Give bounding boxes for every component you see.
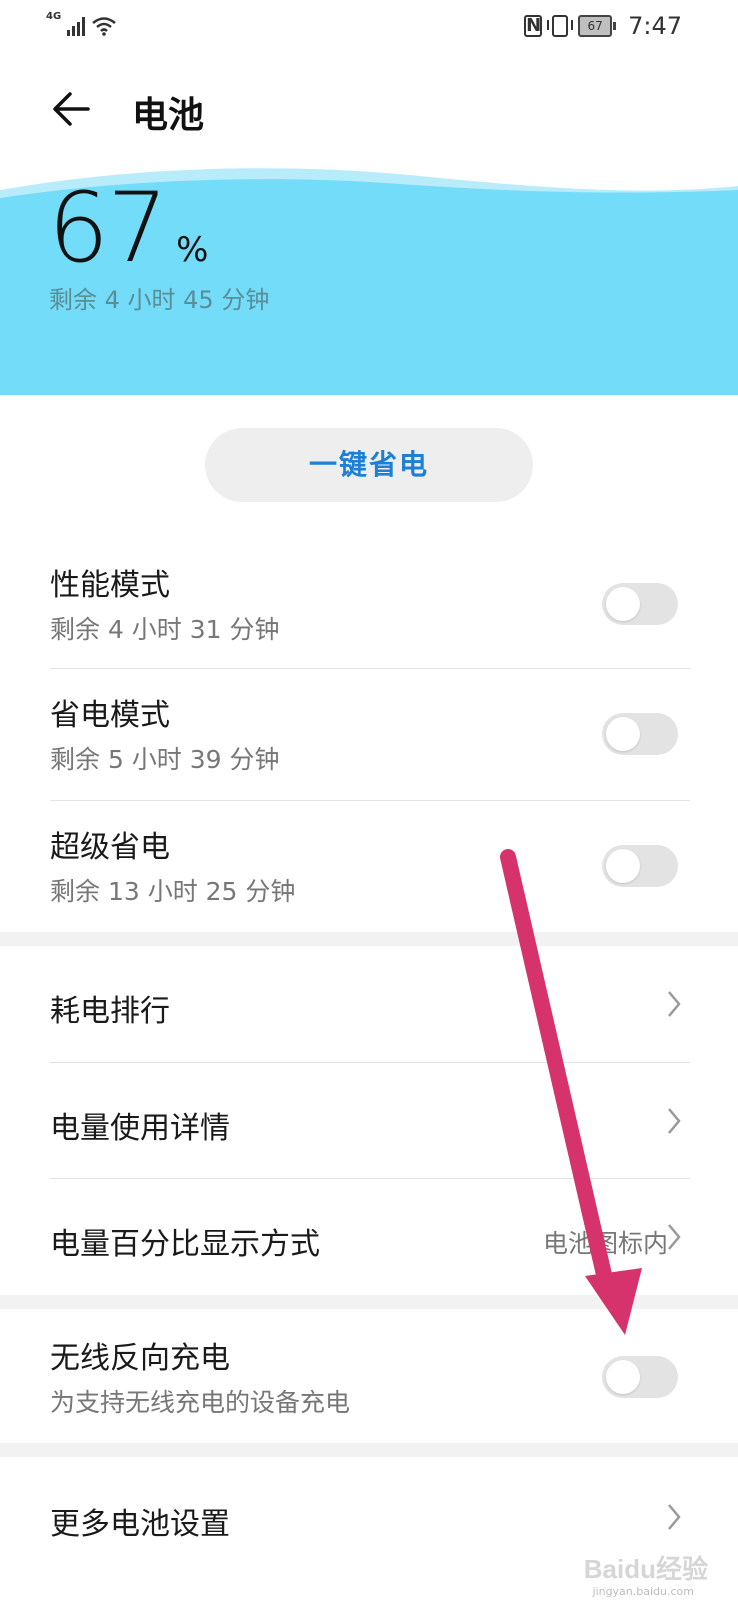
- wireless-reverse-charging-row[interactable]: 无线反向充电 为支持无线充电的设备充电: [0, 1309, 738, 1443]
- menu-item-usage-details[interactable]: 电量使用详情: [0, 1063, 738, 1178]
- section-separator: [0, 932, 738, 946]
- app-header: 电池: [0, 70, 738, 150]
- wifi-icon: [92, 17, 116, 36]
- baidu-watermark-url: jingyan.baidu.com: [592, 1585, 694, 1598]
- toggle-knob: [606, 717, 640, 751]
- percentage-display-value: 电池图标内: [542, 1229, 668, 1258]
- battery-remaining-time: 剩余 4 小时 45 分钟: [49, 286, 270, 314]
- status-bar: 4G N 67 7:47: [0, 0, 738, 50]
- chevron-right-icon: [668, 1224, 681, 1250]
- battery-percent-value: 67: [48, 172, 168, 284]
- mode-subtitle: 剩余 13 小时 25 分钟: [50, 877, 296, 906]
- vibrate-icon: [547, 15, 574, 37]
- mode-row-power-saving[interactable]: 省电模式 剩余 5 小时 39 分钟: [0, 670, 738, 800]
- wireless-reverse-subtitle: 为支持无线充电的设备充电: [50, 1388, 351, 1417]
- battery-status-icon: 67: [578, 15, 617, 37]
- mode-title: 省电模式: [50, 698, 170, 733]
- menu-item-label: 耗电排行: [50, 994, 170, 1029]
- back-arrow-icon: [53, 92, 90, 126]
- divider: [50, 668, 690, 669]
- nfc-icon: N: [524, 15, 543, 37]
- power-saving-mode-toggle[interactable]: [602, 713, 678, 755]
- battery-hero: 67 % 剩余 4 小时 45 分钟: [0, 150, 738, 395]
- toggle-knob: [606, 1360, 640, 1394]
- section-separator: [0, 1295, 738, 1309]
- mode-row-ultra-saving[interactable]: 超级省电 剩余 13 小时 25 分钟: [0, 802, 738, 932]
- performance-mode-toggle[interactable]: [602, 583, 678, 625]
- menu-item-label: 电量使用详情: [50, 1111, 230, 1146]
- mode-subtitle: 剩余 5 小时 39 分钟: [50, 745, 280, 774]
- back-button[interactable]: [48, 84, 98, 134]
- one-key-save-button[interactable]: 一键省电: [205, 428, 533, 502]
- mode-title: 超级省电: [50, 830, 170, 865]
- chevron-right-icon: [668, 1504, 681, 1530]
- mode-row-performance[interactable]: 性能模式 剩余 4 小时 31 分钟: [0, 540, 738, 670]
- status-right: N 67 7:47: [524, 12, 682, 40]
- menu-item-percentage-display[interactable]: 电量百分比显示方式 电池图标内: [0, 1179, 738, 1295]
- ultra-power-saving-toggle[interactable]: [602, 845, 678, 887]
- mode-subtitle: 剩余 4 小时 31 分钟: [50, 615, 280, 644]
- divider: [50, 800, 690, 801]
- network-type: 4G: [46, 11, 62, 22]
- menu-item-label: 电量百分比显示方式: [50, 1227, 320, 1262]
- wireless-reverse-title: 无线反向充电: [50, 1341, 230, 1376]
- signal-icon: [67, 16, 86, 36]
- clock: 7:47: [628, 12, 682, 40]
- chevron-right-icon: [668, 991, 681, 1017]
- page-title: 电池: [132, 95, 205, 136]
- menu-item-power-ranking[interactable]: 耗电排行: [0, 946, 738, 1062]
- battery-percent-unit: %: [176, 230, 209, 270]
- mode-title: 性能模式: [50, 568, 170, 603]
- chevron-right-icon: [668, 1108, 681, 1134]
- battery-percent: 67 %: [48, 180, 208, 276]
- status-left: 4G: [46, 12, 117, 36]
- toggle-knob: [606, 849, 640, 883]
- menu-item-label: 更多电池设置: [50, 1507, 230, 1542]
- wireless-reverse-charging-toggle[interactable]: [602, 1356, 678, 1398]
- toggle-knob: [606, 587, 640, 621]
- section-separator: [0, 1443, 738, 1457]
- baidu-watermark: Baidu经验: [583, 1554, 708, 1584]
